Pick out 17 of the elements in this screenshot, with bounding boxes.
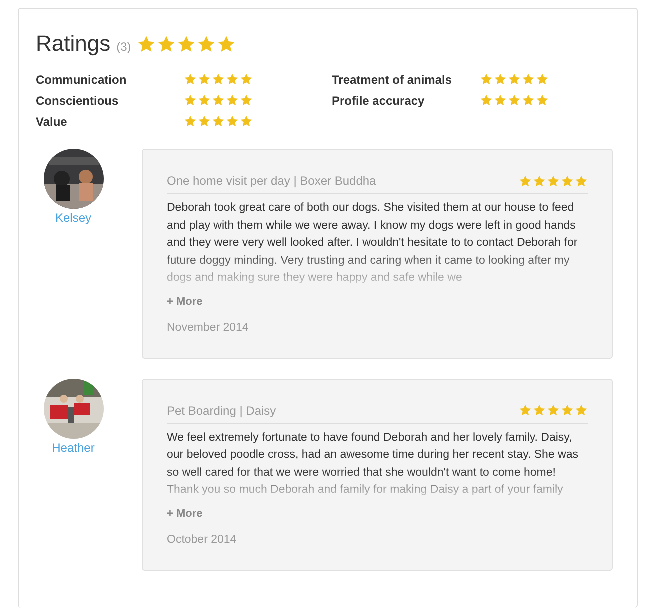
more-link[interactable]: + More	[167, 296, 203, 308]
category-label: Treatment of animals	[332, 73, 454, 87]
review-date: November 2014	[167, 322, 250, 334]
review-date: October 2014	[167, 534, 238, 546]
category-label: Communication	[36, 73, 128, 87]
service-title: Pet Boarding | Daisy	[167, 404, 276, 418]
review-text: Deborah took great care of both our dogs. She visited them at our house to feed and play with them while we were away. I know my dogs were left in good hands and they were very well looked after. I wouldn't hesitate to to contact Deborah for future doggy minding. Very trusting and caring when it came to looking after my dogs and making sure they were happy and safe while we	[167, 201, 579, 286]
category-label: Profile accuracy	[332, 94, 426, 108]
review-count: (3)	[116, 40, 132, 54]
ratings-title: Ratings	[36, 31, 111, 57]
category-label: Conscientious	[36, 94, 120, 108]
review-text: We feel extremely fortunate to have found Deborah and her lovely family. Daisy, our beloved poodle cross, had an awesome time during her recent stay. She was so well cared for that we were worried that she wouldn't want to come home! Thank you so much Deborah and family for making Daisy a part of your family	[167, 430, 580, 498]
service-title: One home visit per day | Boxer Buddha	[167, 174, 376, 188]
more-link[interactable]: + More	[167, 508, 203, 520]
category-label: Value	[36, 115, 68, 129]
reviewer-link[interactable]: Kelsey	[55, 211, 92, 225]
reviewer-link[interactable]: Heather	[52, 440, 95, 454]
